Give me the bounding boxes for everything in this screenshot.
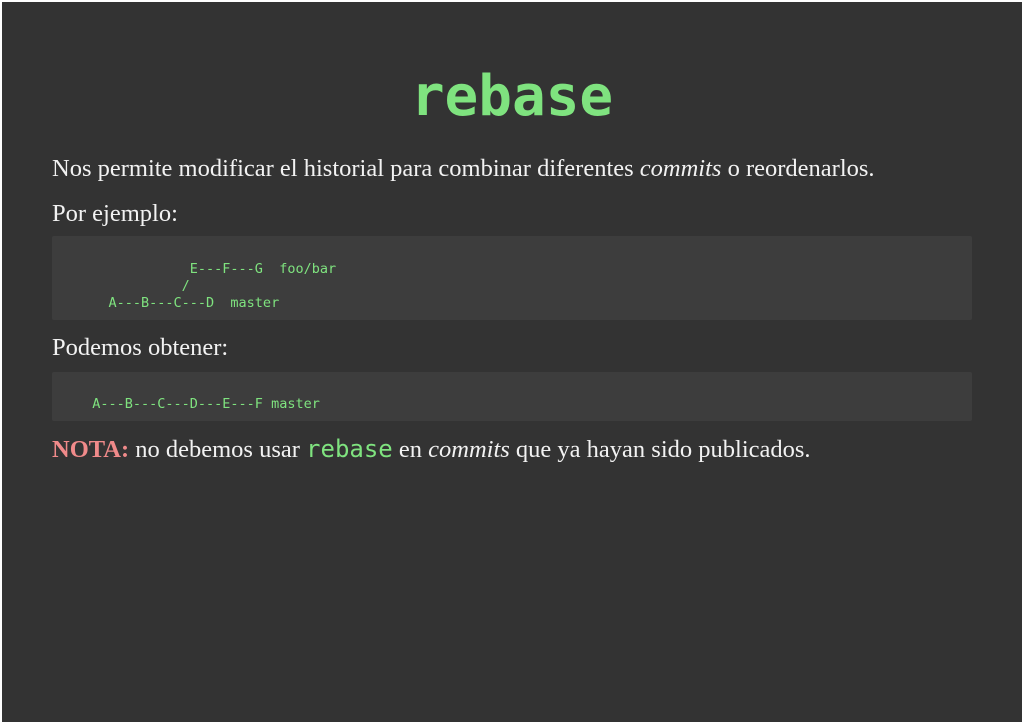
note-text-1: no debemos usar xyxy=(129,436,307,463)
intro-paragraph: Nos permite modificar el historial para … xyxy=(52,154,875,184)
code-before-text: E---F---G foo/bar / A---B---C---D master xyxy=(108,261,337,311)
intro-text-before: Nos permite modificar el historial para … xyxy=(52,155,640,182)
result-label: Podemos obtener: xyxy=(52,334,229,361)
example-label: Por ejemplo: xyxy=(52,200,178,227)
note-inline-code: rebase xyxy=(306,435,393,463)
note-emphasis: commits xyxy=(428,436,510,463)
code-after-text: A---B---C---D---E---F master xyxy=(76,396,320,412)
code-block-after: A---B---C---D---E---F master xyxy=(52,372,972,421)
note-text-2: en xyxy=(392,436,429,463)
code-block-before: E---F---G foo/bar / A---B---C---D master xyxy=(52,236,972,320)
slide-title: rebase xyxy=(410,64,614,129)
intro-text-after: o reordenarlos. xyxy=(721,155,875,182)
slide: rebase Nos permite modificar el historia… xyxy=(2,2,1022,722)
note-paragraph: NOTA: no debemos usar rebase en commits … xyxy=(52,434,811,465)
note-text-3: que ya hayan sido publicados. xyxy=(509,436,811,463)
intro-emphasis: commits xyxy=(639,155,722,182)
note-label: NOTA: xyxy=(52,436,130,463)
